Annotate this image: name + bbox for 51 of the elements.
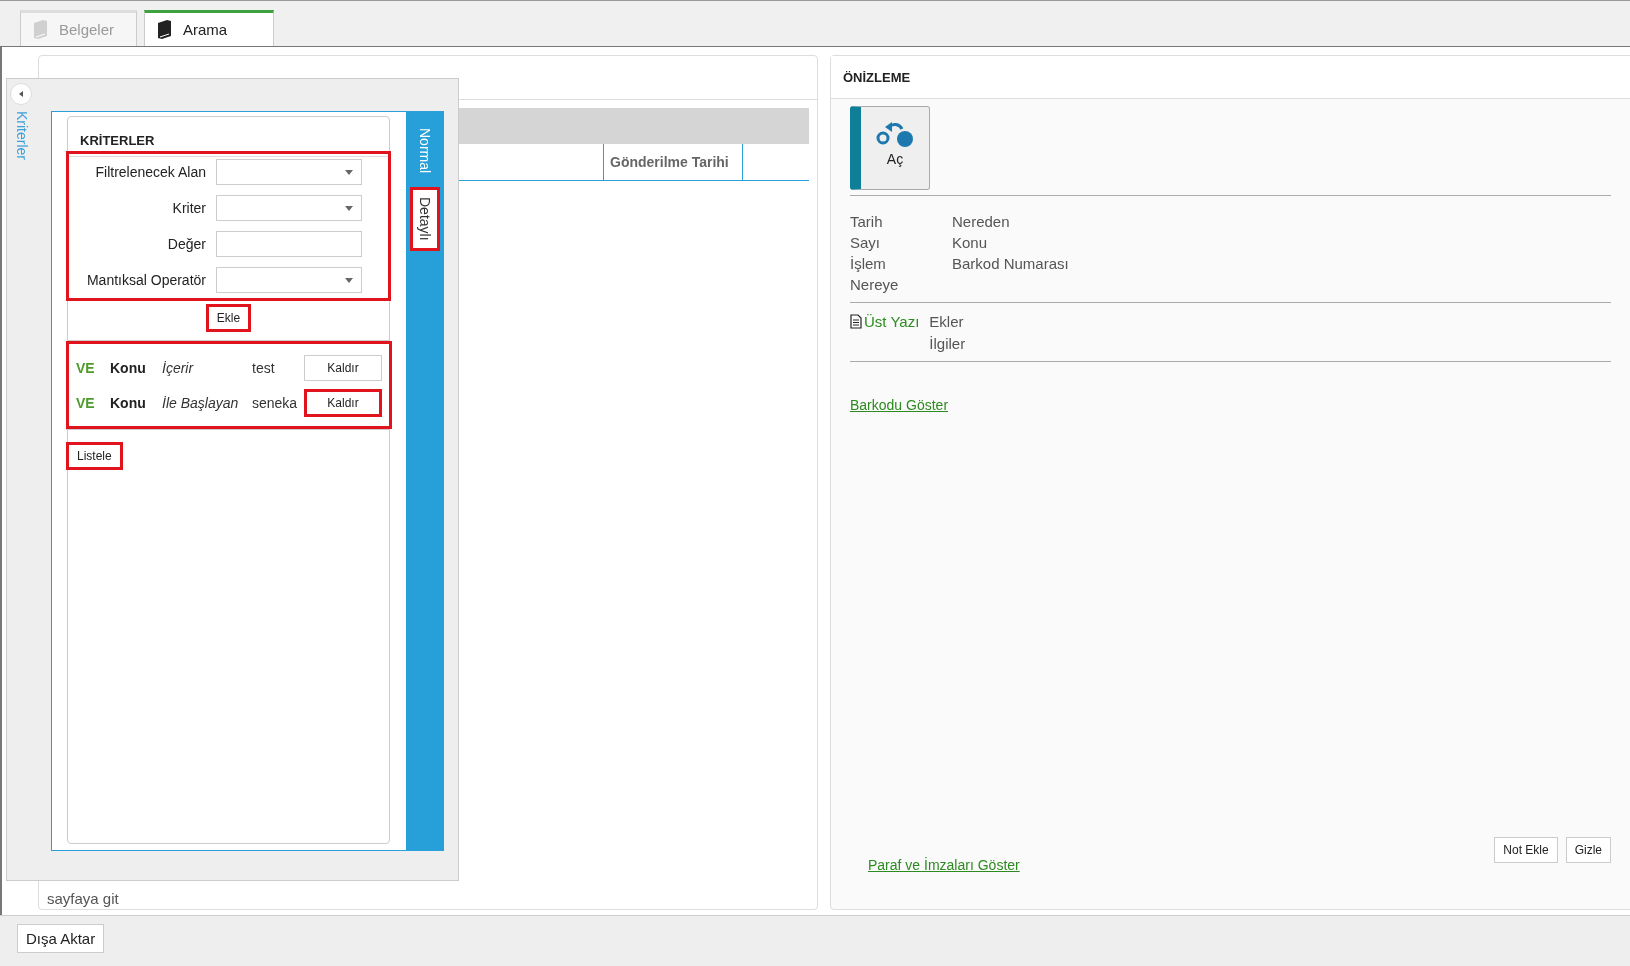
undo-arrow-icon — [876, 119, 914, 147]
input-field[interactable] — [216, 231, 362, 257]
field-text: Konu — [110, 360, 147, 376]
field-label: Değer — [166, 236, 206, 252]
dropdown-arrow-icon — [345, 205, 353, 211]
condition-text: İçerir — [162, 360, 195, 376]
action-button[interactable]: Gizle — [1565, 837, 1611, 863]
dropdown-arrow-icon — [345, 277, 353, 283]
view-tab[interactable]: Detaylı — [409, 187, 440, 251]
meta-label: Barkod Numarası — [952, 254, 1069, 274]
meta-label: Tarih — [850, 212, 884, 232]
dropdown[interactable] — [216, 159, 362, 185]
remove-button[interactable]: Kaldır — [304, 355, 382, 381]
field-text: Konu — [110, 395, 147, 411]
open-button[interactable]: Aç — [850, 106, 930, 190]
operator-text: VE — [76, 395, 96, 411]
attachment-label[interactable]: Ekler — [929, 311, 966, 333]
signatures-link[interactable]: Paraf ve İmzaları Göster — [868, 857, 1020, 873]
column-header[interactable]: Gönderilme Tarihi — [603, 144, 743, 180]
book-icon — [155, 19, 173, 40]
list-button[interactable]: Listele — [66, 442, 123, 470]
field-label: Filtrelenecek Alan — [94, 164, 206, 180]
meta-label: İşlem — [850, 254, 887, 274]
dropdown-arrow-icon — [345, 169, 353, 175]
meta-label: Nereye — [850, 275, 900, 295]
tab[interactable]: Arama — [144, 10, 274, 46]
document-link[interactable]: Üst Yazı — [864, 311, 920, 333]
caret-icon — [17, 89, 25, 99]
field-label: Mantıksal Operatör — [85, 272, 206, 288]
collapse-button[interactable] — [10, 83, 32, 105]
meta-label: Nereden — [952, 212, 1011, 232]
export-button[interactable]: Dışa Aktar — [17, 924, 105, 953]
barcode-link[interactable]: Barkodu Göster — [850, 397, 949, 413]
field-label: Kriter — [171, 200, 206, 216]
add-button[interactable]: Ekle — [205, 304, 252, 332]
section-title: KRİTERLER — [68, 117, 389, 157]
attachment-label[interactable]: İlgiler — [929, 333, 966, 355]
document-icon — [850, 314, 862, 329]
remove-button[interactable]: Kaldır — [304, 389, 382, 417]
action-button[interactable]: Not Ekle — [1494, 837, 1558, 863]
value-text: test — [252, 360, 276, 376]
meta-label: Sayı — [850, 233, 881, 253]
book-icon — [31, 19, 49, 40]
dropdown[interactable] — [216, 267, 362, 293]
pager-text: sayfaya git — [46, 890, 119, 909]
section-title: ÖNİZLEME — [831, 56, 1630, 99]
meta-label: Konu — [952, 233, 989, 253]
operator-text: VE — [76, 360, 96, 376]
value-text: seneka — [252, 395, 299, 411]
dropdown[interactable] — [216, 195, 362, 221]
condition-text: İle Başlayan — [162, 395, 240, 411]
